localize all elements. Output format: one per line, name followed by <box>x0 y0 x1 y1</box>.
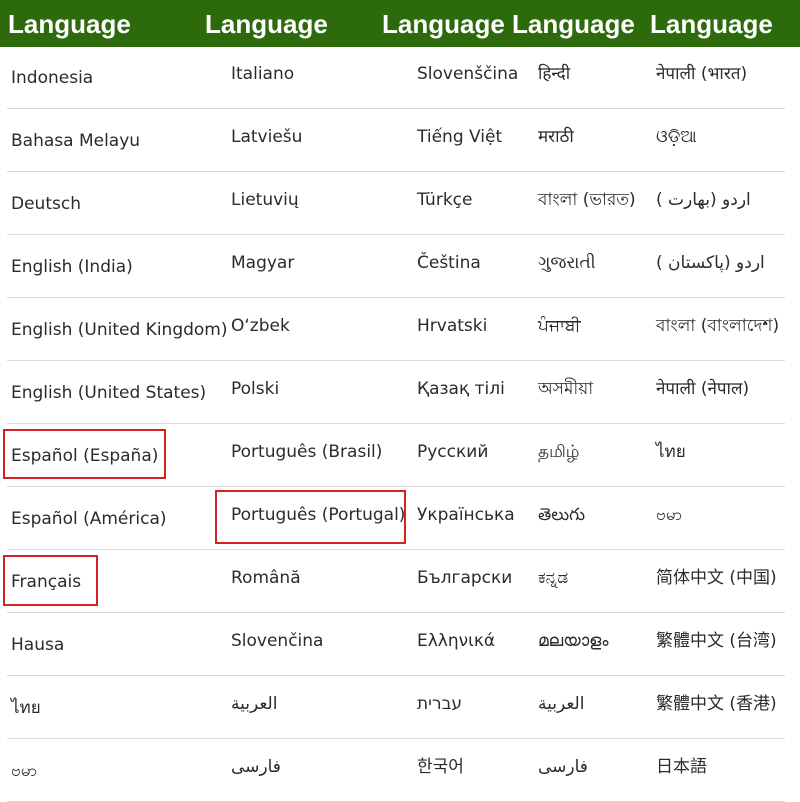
language-option[interactable]: اردو (بھارت ) <box>656 173 751 235</box>
language-option[interactable]: Русский <box>417 425 488 487</box>
language-option[interactable]: Latviešu <box>231 110 302 172</box>
language-option[interactable]: עברית <box>417 677 462 739</box>
language-option[interactable]: தமிழ் <box>538 425 580 487</box>
language-option[interactable]: मराठी <box>538 110 574 172</box>
language-option[interactable]: 한국어 <box>417 740 464 802</box>
column-header-2: Language <box>205 9 328 39</box>
table-row: ไทย العربية עברית العربية 繁體中文 (香港) <box>0 677 800 739</box>
language-option[interactable]: ဗမာ <box>11 740 37 802</box>
language-option[interactable]: Čeština <box>417 236 481 298</box>
language-option[interactable]: 繁體中文 (香港) <box>656 677 777 739</box>
row-divider <box>7 549 785 550</box>
table-header: Language Language Language Language Lang… <box>0 0 800 47</box>
language-option[interactable]: English (India) <box>11 236 133 298</box>
language-option[interactable]: ဗမာ <box>656 488 682 550</box>
language-option[interactable]: বাংলা (বাংলাদেশ) <box>656 299 779 361</box>
language-option[interactable]: العربية <box>538 677 584 739</box>
row-divider <box>7 171 785 172</box>
language-option[interactable]: ไทย <box>656 425 686 487</box>
language-option[interactable]: বাংলা (ভারত) <box>538 173 636 235</box>
language-option[interactable]: नेपाली (नेपाल) <box>656 362 749 424</box>
language-option[interactable]: Polski <box>231 362 279 424</box>
highlight-box-francais <box>3 555 98 606</box>
column-header-1: Language <box>8 9 131 39</box>
table-row: ဗမာ فارسی 한국어 فارسی 日本語 <box>0 740 800 802</box>
language-option[interactable]: Қазақ тілі <box>417 362 505 424</box>
language-option[interactable]: Português (Brasil) <box>231 425 382 487</box>
language-option[interactable]: ಕನ್ನಡ <box>538 551 568 613</box>
column-header-5: Language <box>650 9 773 39</box>
row-divider <box>7 675 785 676</box>
table-row: English (India) Magyar Čeština ગુજરાતી اردو … <box>0 236 800 298</box>
language-option[interactable]: ગુજરાતી <box>538 236 596 298</box>
language-option[interactable]: Ελληνικά <box>417 614 495 676</box>
language-option[interactable]: Türkçe <box>417 173 472 235</box>
language-option[interactable]: Hrvatski <box>417 299 487 361</box>
language-option[interactable]: 繁體中文 (台湾) <box>656 614 777 676</box>
language-option[interactable]: മലയാളം <box>538 614 608 676</box>
language-option[interactable]: اردو (پاکستان ) <box>656 236 765 298</box>
table-row: Indonesia Italiano Slovenščina हिन्दी नेपाली… <box>0 47 800 109</box>
row-divider <box>7 486 785 487</box>
row-divider <box>7 612 785 613</box>
table-row: English (United States) Polski Қазақ тілі অ… <box>0 362 800 424</box>
language-option[interactable]: Română <box>231 551 301 613</box>
language-option[interactable]: English (United Kingdom) <box>11 299 228 361</box>
row-divider <box>7 738 785 739</box>
language-option[interactable]: 日本語 <box>656 740 707 802</box>
language-option[interactable]: Indonesia <box>11 47 93 109</box>
highlight-box-espana <box>3 429 166 479</box>
language-option[interactable]: Magyar <box>231 236 294 298</box>
highlight-box-portugal <box>215 490 406 544</box>
language-option[interactable]: فارسی <box>538 740 588 802</box>
column-header-4: Language <box>512 9 635 39</box>
language-option[interactable]: Slovenščina <box>417 47 518 109</box>
table-row: Bahasa Melayu Latviešu Tiếng Việt मराठी ଓଡ଼ି… <box>0 110 800 172</box>
language-option[interactable]: English (United States) <box>11 362 206 424</box>
row-divider <box>7 297 785 298</box>
language-option[interactable]: العربية <box>231 677 277 739</box>
row-divider <box>7 234 785 235</box>
language-option[interactable]: हिन्दी <box>538 47 570 109</box>
language-option[interactable]: Български <box>417 551 512 613</box>
language-option[interactable]: ਪੰਜਾਬੀ <box>538 299 581 361</box>
language-option[interactable]: Italiano <box>231 47 294 109</box>
language-option[interactable]: नेपाली (भारत) <box>656 47 747 109</box>
language-option[interactable]: فارسی <box>231 740 281 802</box>
table-row: Français Română Български ಕನ್ನಡ 简体中文 (中国) <box>0 551 800 613</box>
row-divider <box>7 108 785 109</box>
language-option[interactable]: Español (América) <box>11 488 167 550</box>
row-divider <box>7 423 785 424</box>
language-option[interactable]: Slovenčina <box>231 614 323 676</box>
language-option[interactable]: Українська <box>417 488 515 550</box>
language-option[interactable]: Bahasa Melayu <box>11 110 140 172</box>
table-row: English (United Kingdom) O‘zbek Hrvatski ਪੰ… <box>0 299 800 361</box>
language-option[interactable]: Deutsch <box>11 173 81 235</box>
language-option[interactable]: Tiếng Việt <box>417 110 502 172</box>
column-header-3: Language <box>382 9 505 39</box>
language-option[interactable]: Hausa <box>11 614 64 676</box>
language-option[interactable]: ଓଡ଼ିଆ <box>656 110 697 172</box>
table-row: Hausa Slovenčina Ελληνικά മലയാളം 繁體中文 (台湾) <box>0 614 800 676</box>
language-option[interactable]: ไทย <box>11 677 41 739</box>
row-divider <box>7 360 785 361</box>
table-row: Deutsch Lietuvių Türkçe বাংলা (ভারত) اردو (ب… <box>0 173 800 235</box>
language-option[interactable]: తెలుగు <box>538 488 585 550</box>
language-option[interactable]: 简体中文 (中国) <box>656 551 777 613</box>
language-option[interactable]: অসমীয়া <box>538 362 593 424</box>
language-option[interactable]: Lietuvių <box>231 173 299 235</box>
language-option[interactable]: O‘zbek <box>231 299 290 361</box>
